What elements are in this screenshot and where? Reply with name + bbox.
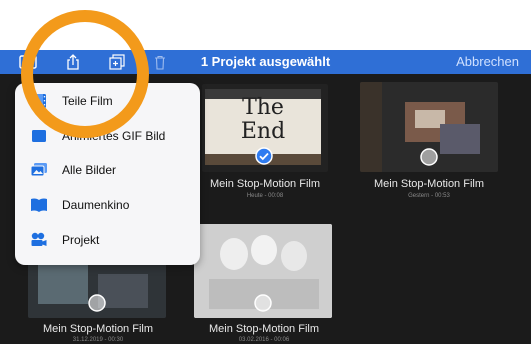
menu-item-label: Projekt bbox=[62, 233, 100, 247]
project-title: Mein Stop-Motion Film bbox=[42, 323, 154, 335]
thumbnail-caption: The End bbox=[240, 95, 286, 144]
project-title: Mein Stop-Motion Film bbox=[373, 178, 485, 190]
images-icon bbox=[30, 161, 48, 179]
highlight-ring bbox=[21, 10, 149, 138]
play-circle-icon bbox=[88, 294, 106, 312]
menu-item-project[interactable]: Projekt bbox=[15, 223, 200, 257]
project-date: Gestern - 00:53 bbox=[408, 193, 450, 199]
project-thumbnail bbox=[194, 224, 332, 318]
menu-item-label: Alle Bilder bbox=[62, 163, 117, 177]
cancel-button[interactable]: Abbrechen bbox=[456, 50, 519, 74]
project-date: Heute - 00:08 bbox=[246, 193, 284, 199]
gif-icon bbox=[30, 127, 48, 145]
project-date: 31.12.2019 - 00:30 bbox=[72, 337, 124, 343]
menu-item-flipbook[interactable]: Daumenkino bbox=[15, 188, 200, 222]
menu-item-label: Daumenkino bbox=[62, 198, 130, 212]
project-title: Mein Stop-Motion Film bbox=[208, 323, 320, 335]
project-title: Mein Stop-Motion Film bbox=[209, 178, 321, 190]
play-circle-icon bbox=[420, 148, 438, 166]
project-thumbnail: The End bbox=[202, 84, 328, 172]
project-thumbnail bbox=[360, 82, 498, 172]
project-tile[interactable]: Mein Stop-Motion Film 03.02.2016 - 00:06 bbox=[194, 224, 334, 344]
project-camera-icon bbox=[30, 231, 48, 249]
project-tile[interactable]: Mein Stop-Motion Film Gestern - 00:53 bbox=[360, 74, 498, 214]
project-date: 03.02.2016 - 00:06 bbox=[238, 337, 290, 343]
selected-check-icon bbox=[255, 147, 273, 165]
book-icon bbox=[30, 196, 48, 214]
project-tile[interactable]: The End Mein Stop-Motion Film Heute - 00… bbox=[196, 74, 334, 214]
play-circle-icon bbox=[254, 294, 272, 312]
menu-item-all-images[interactable]: Alle Bilder bbox=[15, 153, 200, 187]
